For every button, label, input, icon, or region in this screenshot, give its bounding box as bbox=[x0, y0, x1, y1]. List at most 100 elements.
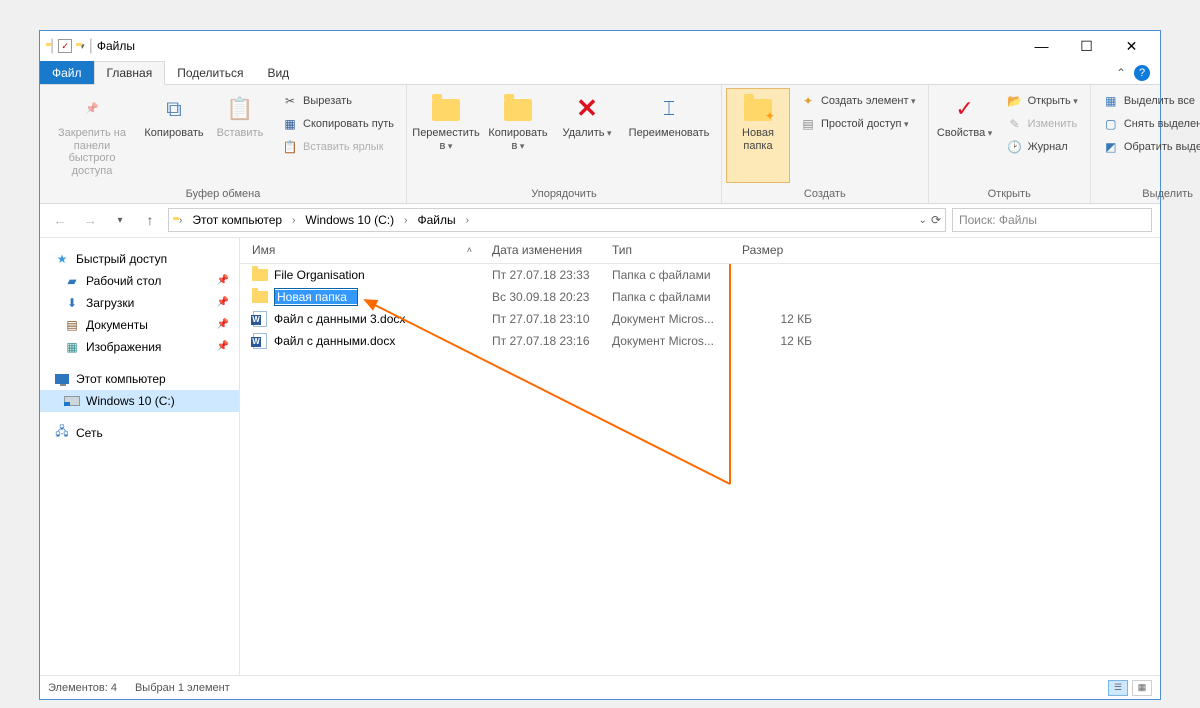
column-size[interactable]: Размер bbox=[742, 243, 822, 257]
address-dropdown-icon[interactable]: ⌄ bbox=[919, 215, 927, 226]
word-doc-icon bbox=[252, 333, 268, 349]
sidebar-pictures[interactable]: ▦Изображения📌 bbox=[40, 336, 239, 358]
ribbon-group-organize: Переместить в Копировать в ✕ Удалить ⌶ П… bbox=[407, 85, 722, 203]
tab-view[interactable]: Вид bbox=[255, 61, 301, 84]
refresh-icon[interactable]: ⟳ bbox=[931, 213, 941, 227]
cut-button[interactable]: Вырезать bbox=[278, 90, 398, 112]
minimize-button[interactable]: — bbox=[1019, 31, 1064, 61]
move-to-button[interactable]: Переместить в bbox=[411, 88, 481, 183]
sidebar-quick-access[interactable]: ★Быстрый доступ bbox=[40, 248, 239, 270]
chevron-right-icon[interactable]: › bbox=[400, 215, 411, 226]
sort-asc-icon: ˄ bbox=[467, 245, 472, 255]
sidebar-desktop[interactable]: ▰Рабочий стол📌 bbox=[40, 270, 239, 292]
select-all-button[interactable]: ▦Выделить все bbox=[1099, 90, 1200, 112]
status-selected: Выбран 1 элемент bbox=[135, 682, 230, 694]
pin-quick-access-button[interactable]: 📌 Закрепить на панели быстрого доступа bbox=[44, 88, 140, 183]
statusbar: Элементов: 4 Выбран 1 элемент ☰ ▦ bbox=[40, 675, 1160, 699]
new-item-icon: ✦ bbox=[800, 93, 816, 109]
view-details-button[interactable]: ☰ bbox=[1108, 680, 1128, 696]
invert-selection-button[interactable]: ◩Обратить выделение bbox=[1099, 136, 1200, 158]
copy-path-icon: ▦ bbox=[282, 116, 298, 132]
forward-button[interactable]: → bbox=[78, 208, 102, 232]
file-row[interactable]: Файл с данными.docx Пт 27.07.18 23:16 До… bbox=[240, 330, 1160, 352]
breadcrumb-segment[interactable]: Windows 10 (C:) bbox=[301, 209, 398, 231]
easy-access-button[interactable]: ▤Простой доступ bbox=[796, 113, 920, 135]
column-headers: Имя˄ Дата изменения Тип Размер bbox=[240, 238, 1160, 264]
new-folder-icon bbox=[742, 93, 774, 125]
back-button[interactable]: ← bbox=[48, 208, 72, 232]
copy-to-button[interactable]: Копировать в bbox=[483, 88, 553, 183]
chevron-right-icon[interactable]: › bbox=[462, 215, 473, 226]
ribbon-group-open: ✓ Свойства 📂Открыть ✎Изменить 🕑Журнал От… bbox=[929, 85, 1091, 203]
column-date[interactable]: Дата изменения bbox=[492, 243, 612, 257]
network-icon: 🖧 bbox=[54, 425, 70, 441]
paste-shortcut-button[interactable]: 📋Вставить ярлык bbox=[278, 136, 398, 158]
qa-checkbox-icon[interactable]: ✓ bbox=[58, 39, 72, 53]
monitor-icon bbox=[54, 371, 70, 387]
column-name[interactable]: Имя˄ bbox=[252, 243, 492, 257]
copy-to-icon bbox=[502, 93, 534, 125]
copy-path-button[interactable]: ▦Скопировать путь bbox=[278, 113, 398, 135]
open-icon: 📂 bbox=[1007, 93, 1023, 109]
ribbon-group-label: Упорядочить bbox=[407, 186, 721, 203]
select-none-button[interactable]: ▢Снять выделение bbox=[1099, 113, 1200, 135]
open-button[interactable]: 📂Открыть bbox=[1003, 90, 1082, 112]
sidebar-network[interactable]: 🖧Сеть bbox=[40, 422, 239, 444]
file-list[interactable]: File Organisation Пт 27.07.18 23:33 Папк… bbox=[240, 264, 1160, 675]
file-row[interactable]: File Organisation Пт 27.07.18 23:33 Папк… bbox=[240, 264, 1160, 286]
ribbon-group-clipboard: 📌 Закрепить на панели быстрого доступа ⧉… bbox=[40, 85, 407, 203]
new-item-button[interactable]: ✦Создать элемент bbox=[796, 90, 920, 112]
sidebar-drive-c[interactable]: Windows 10 (C:) bbox=[40, 390, 239, 412]
delete-button[interactable]: ✕ Удалить bbox=[555, 88, 619, 183]
view-icons-button[interactable]: ▦ bbox=[1132, 680, 1152, 696]
properties-button[interactable]: ✓ Свойства bbox=[933, 88, 997, 183]
address-bar[interactable]: › Этот компьютер › Windows 10 (C:) › Фай… bbox=[168, 208, 946, 232]
up-button[interactable]: ↑ bbox=[138, 208, 162, 232]
breadcrumb-segment[interactable]: Этот компьютер bbox=[188, 209, 286, 231]
sidebar-documents[interactable]: ▤Документы📌 bbox=[40, 314, 239, 336]
search-input[interactable]: Поиск: Файлы bbox=[952, 208, 1152, 232]
easy-access-icon: ▤ bbox=[800, 116, 816, 132]
navigation-pane: ★Быстрый доступ ▰Рабочий стол📌 ⬇Загрузки… bbox=[40, 238, 240, 675]
downloads-icon: ⬇ bbox=[64, 295, 80, 311]
delete-icon: ✕ bbox=[571, 93, 603, 125]
properties-icon: ✓ bbox=[949, 93, 981, 125]
desktop-icon: ▰ bbox=[64, 273, 80, 289]
ribbon-collapse-icon[interactable]: ⌃ bbox=[1116, 66, 1126, 80]
recent-locations-button[interactable]: ▾ bbox=[108, 208, 132, 232]
breadcrumb-segment[interactable]: Файлы bbox=[413, 209, 459, 231]
pin-icon: 📌 bbox=[217, 319, 229, 330]
pictures-icon: ▦ bbox=[64, 339, 80, 355]
tab-home[interactable]: Главная bbox=[94, 61, 166, 85]
file-row-renaming[interactable]: Вс 30.09.18 20:23 Папка с файлами bbox=[240, 286, 1160, 308]
chevron-right-icon[interactable]: › bbox=[288, 215, 299, 226]
pin-icon: 📌 bbox=[217, 297, 229, 308]
window-title: Файлы bbox=[97, 39, 135, 53]
help-icon[interactable]: ? bbox=[1134, 65, 1150, 81]
ribbon-group-select: ▦Выделить все ▢Снять выделение ◩Обратить… bbox=[1091, 85, 1200, 203]
rename-button[interactable]: ⌶ Переименовать bbox=[621, 88, 717, 183]
pin-icon: 📌 bbox=[217, 275, 229, 286]
paste-button[interactable]: 📋 Вставить bbox=[208, 88, 272, 183]
scissors-icon bbox=[282, 93, 298, 109]
file-row[interactable]: Файл с данными 3.docx Пт 27.07.18 23:10 … bbox=[240, 308, 1160, 330]
sidebar-downloads[interactable]: ⬇Загрузки📌 bbox=[40, 292, 239, 314]
edit-button[interactable]: ✎Изменить bbox=[1003, 113, 1082, 135]
new-folder-button[interactable]: Новая папка bbox=[726, 88, 790, 183]
documents-icon: ▤ bbox=[64, 317, 80, 333]
maximize-button[interactable]: ☐ bbox=[1064, 31, 1109, 61]
copy-button[interactable]: ⧉ Копировать bbox=[142, 88, 206, 183]
history-button[interactable]: 🕑Журнал bbox=[1003, 136, 1082, 158]
pin-icon: 📌 bbox=[217, 341, 229, 352]
close-button[interactable]: ✕ bbox=[1109, 31, 1154, 61]
rename-input[interactable] bbox=[275, 290, 357, 304]
ribbon-group-label: Выделить bbox=[1091, 186, 1200, 203]
navbar: ← → ▾ ↑ › Этот компьютер › Windows 10 (C… bbox=[40, 204, 1160, 238]
tab-file[interactable]: Файл bbox=[40, 61, 94, 84]
folder-icon bbox=[252, 267, 268, 283]
column-type[interactable]: Тип bbox=[612, 243, 742, 257]
copy-icon: ⧉ bbox=[158, 93, 190, 125]
sidebar-this-pc[interactable]: Этот компьютер bbox=[40, 368, 239, 390]
tab-share[interactable]: Поделиться bbox=[165, 61, 255, 84]
word-doc-icon bbox=[252, 311, 268, 327]
